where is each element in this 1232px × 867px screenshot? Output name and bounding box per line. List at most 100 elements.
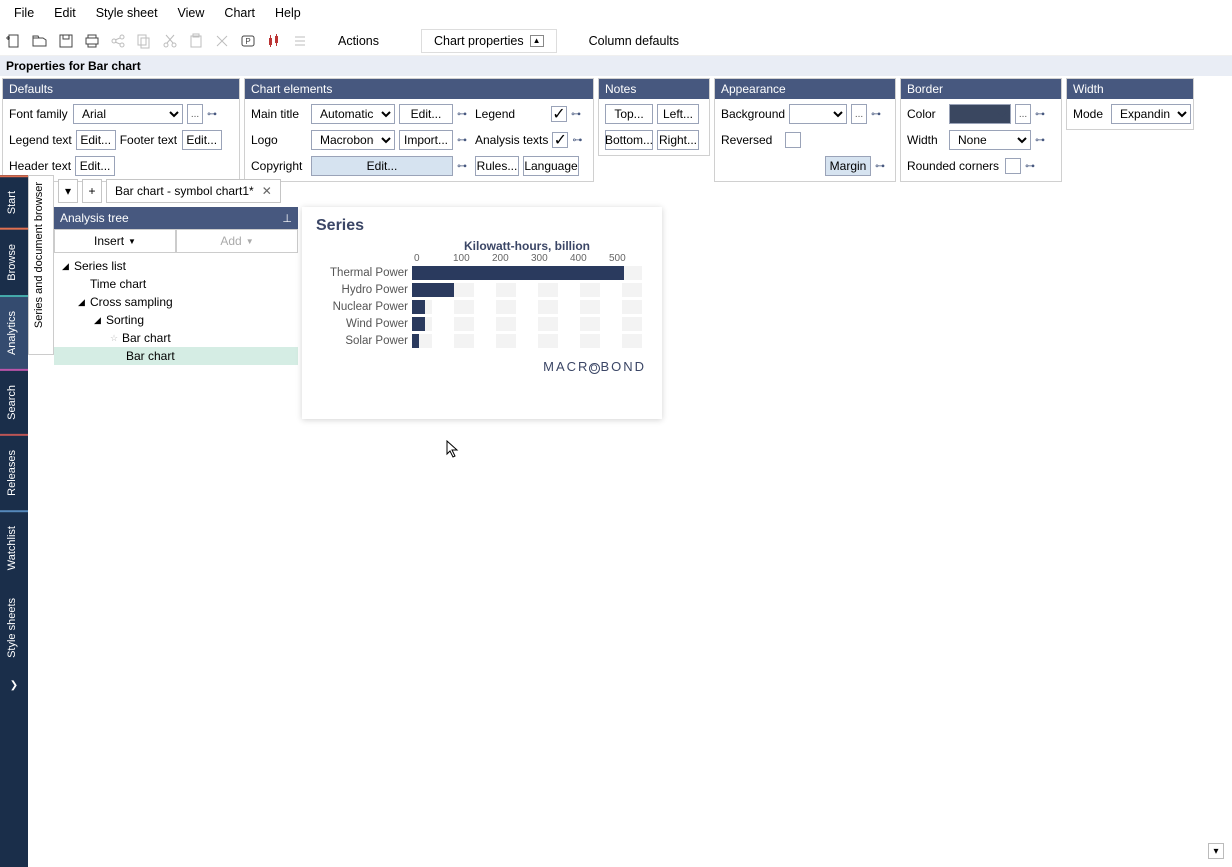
pin-icon[interactable]: ⊶ <box>207 109 221 120</box>
note-right[interactable]: Right... <box>657 130 699 150</box>
tree-add[interactable]: Add▼ <box>176 229 298 253</box>
menu-chart[interactable]: Chart <box>214 2 265 24</box>
pin-icon[interactable]: ⊶ <box>871 109 885 120</box>
column-defaults-button[interactable]: Column defaults <box>577 30 691 52</box>
left-tabstrip: Start Browse Analytics Search Releases W… <box>0 175 28 867</box>
border-width-select[interactable]: None <box>949 130 1031 150</box>
copyright-edit[interactable]: Edit... <box>311 156 453 176</box>
pin-icon[interactable]: ⊶ <box>457 135 471 146</box>
scroll-down-button[interactable]: ▾ <box>1208 843 1224 859</box>
new-icon[interactable] <box>4 31 24 51</box>
pin-icon[interactable]: ⊶ <box>457 161 471 172</box>
lefttab-analytics[interactable]: Analytics <box>0 295 28 369</box>
share-icon <box>108 31 128 51</box>
lefttab-browse[interactable]: Browse <box>0 228 28 295</box>
rules-button[interactable]: Rules... <box>475 156 519 176</box>
menu-file[interactable]: File <box>4 2 44 24</box>
actions-button[interactable]: Actions <box>326 30 391 52</box>
maintitle-label: Main title <box>251 107 307 121</box>
tree-insert[interactable]: Insert▼ <box>54 229 176 253</box>
axis-title: Kilowatt-hours, billion <box>406 239 648 253</box>
pin-icon[interactable]: ⊶ <box>571 109 585 120</box>
pin-icon[interactable]: ⊶ <box>1025 161 1039 172</box>
tree-node-sorting[interactable]: ◢Sorting <box>54 311 298 329</box>
pin-icon[interactable]: ⊶ <box>875 161 889 172</box>
chart-canvas[interactable]: Series Kilowatt-hours, billion 0 100 200… <box>302 207 662 419</box>
pin-icon[interactable]: ⊶ <box>1035 109 1049 120</box>
tab-dropdown[interactable]: ▾ <box>58 179 78 203</box>
candlestick-icon[interactable] <box>264 31 284 51</box>
analysistexts-checkbox[interactable]: ✓ <box>552 132 568 148</box>
lefttab-releases[interactable]: Releases <box>0 434 28 510</box>
chevron-up-icon: ▲ <box>530 35 544 47</box>
close-icon[interactable]: ✕ <box>262 184 272 198</box>
pin-icon[interactable]: ⊶ <box>1035 135 1049 146</box>
maintitle-select[interactable]: Automatic <box>311 104 395 124</box>
legend-label: Legend <box>475 107 547 121</box>
menu-edit[interactable]: Edit <box>44 2 86 24</box>
tab-add[interactable]: + <box>82 179 102 203</box>
menubar: File Edit Style sheet View Chart Help <box>0 0 1232 26</box>
copy-icon <box>134 31 154 51</box>
tree-node-barchart2[interactable]: Bar chart <box>54 347 298 365</box>
chart-properties-button[interactable]: Chart properties ▲ <box>421 29 557 53</box>
bar-value <box>412 283 454 297</box>
footertext-edit[interactable]: Edit... <box>182 130 222 150</box>
pin-icon[interactable]: ⊶ <box>457 109 471 120</box>
note-left[interactable]: Left... <box>657 104 699 124</box>
open-icon[interactable] <box>30 31 50 51</box>
background-select[interactable] <box>789 104 847 124</box>
border-color-select[interactable] <box>949 104 1011 124</box>
lefttab-start[interactable]: Start <box>0 175 28 228</box>
menu-view[interactable]: View <box>168 2 215 24</box>
logo-select[interactable]: Macrobond <box>311 130 395 150</box>
bar-value <box>412 300 425 314</box>
series-doc-browser-strip[interactable]: Series and document browser <box>28 175 54 355</box>
panel-notes-header: Notes <box>599 79 709 99</box>
bar-value <box>412 334 419 348</box>
bar-row: Solar Power <box>316 332 648 349</box>
save-icon[interactable] <box>56 31 76 51</box>
panel-width: Width Mode Expanding <box>1066 78 1194 130</box>
bar-row: Wind Power <box>316 315 648 332</box>
pin-icon[interactable]: ⊥ <box>282 212 292 225</box>
headertext-edit[interactable]: Edit... <box>75 156 115 176</box>
border-color-more[interactable]: ... <box>1015 104 1031 124</box>
legendtext-edit[interactable]: Edit... <box>76 130 116 150</box>
tree-node-timechart[interactable]: Time chart <box>54 275 298 293</box>
bar-label: Hydro Power <box>316 284 412 296</box>
note-top[interactable]: Top... <box>605 104 653 124</box>
language-button[interactable]: Language <box>523 156 579 176</box>
tree-node-barchart1[interactable]: ☆Bar chart <box>54 329 298 347</box>
rounded-checkbox[interactable] <box>1005 158 1021 174</box>
tree-node-crosssampling[interactable]: ◢Cross sampling <box>54 293 298 311</box>
bar-track <box>412 266 648 280</box>
logo-import[interactable]: Import... <box>399 130 453 150</box>
menu-stylesheet[interactable]: Style sheet <box>86 2 168 24</box>
document-tab[interactable]: Bar chart - symbol chart1* ✕ <box>106 179 281 203</box>
tree-node-serieslist[interactable]: ◢Series list <box>54 257 298 275</box>
lefttab-stylesheets[interactable]: Style sheets <box>0 584 28 672</box>
pin-icon[interactable]: ⊶ <box>572 135 586 146</box>
background-more[interactable]: ... <box>851 104 867 124</box>
bar-row: Nuclear Power <box>316 298 648 315</box>
menu-help[interactable]: Help <box>265 2 311 24</box>
fontfamily-more[interactable]: ... <box>187 104 203 124</box>
fontfamily-select[interactable]: Arial <box>73 104 183 124</box>
bar-label: Nuclear Power <box>316 301 412 313</box>
legend-checkbox[interactable]: ✓ <box>551 106 567 122</box>
reversed-checkbox[interactable] <box>785 132 801 148</box>
bar-row: Hydro Power <box>316 281 648 298</box>
chart-title: Series <box>316 217 648 235</box>
print-icon[interactable] <box>82 31 102 51</box>
lefttab-watchlist[interactable]: Watchlist <box>0 510 28 584</box>
logo-label: Logo <box>251 133 307 147</box>
presentation-icon[interactable]: P <box>238 31 258 51</box>
lefttab-search[interactable]: Search <box>0 369 28 434</box>
width-mode-select[interactable]: Expanding <box>1111 104 1191 124</box>
lefttab-more[interactable]: ❯ <box>0 672 28 699</box>
maintitle-edit[interactable]: Edit... <box>399 104 453 124</box>
note-bottom[interactable]: Bottom... <box>605 130 653 150</box>
border-color-label: Color <box>907 107 945 121</box>
margin-button[interactable]: Margin <box>825 156 871 176</box>
